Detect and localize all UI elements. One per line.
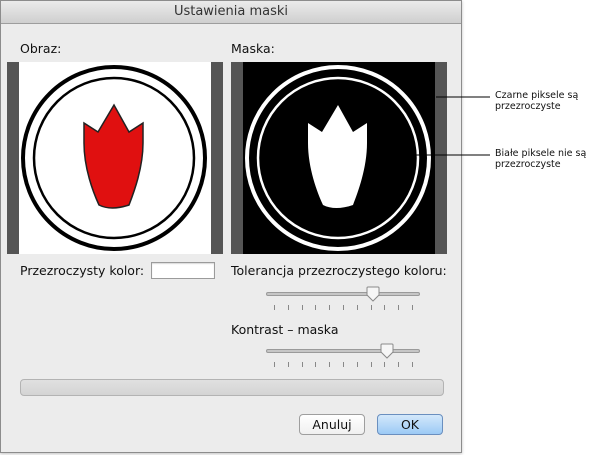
contrast-slider-ticks: [266, 362, 420, 368]
slider-tick: [288, 305, 289, 310]
slider-tick: [398, 305, 399, 310]
contrast-slider-track[interactable]: [266, 349, 420, 353]
slider-tick: [315, 362, 316, 367]
image-preview: [7, 62, 223, 254]
contrast-slider-knob[interactable]: [379, 343, 395, 359]
slider-tick: [343, 362, 344, 367]
slider-tick: [315, 305, 316, 310]
contrast-label: Kontrast – maska: [231, 322, 339, 337]
ok-button[interactable]: OK: [377, 414, 443, 435]
annotation-white-line2: przezroczyste: [495, 159, 561, 170]
mask-frame-right: [435, 62, 447, 254]
mask-label: Maska:: [231, 41, 275, 56]
mask-settings-dialog: Ustawienia maski Obraz: Maska: Przezrocz…: [0, 0, 462, 453]
slider-tick: [371, 362, 372, 367]
slider-tick: [343, 305, 344, 310]
slider-tick: [371, 305, 372, 310]
transparent-color-field[interactable]: [151, 262, 215, 279]
preview-frame-left: [7, 62, 19, 254]
slider-tick: [302, 305, 303, 310]
preview-frame-right: [211, 62, 223, 254]
annotation-black-line2: przezroczyste: [495, 101, 561, 112]
slider-tick: [357, 305, 358, 310]
annotation-black-line1: Czarne piksele są: [495, 90, 579, 101]
tolerance-slider-track[interactable]: [266, 292, 420, 296]
tolerance-label: Tolerancja przezroczystego koloru:: [231, 263, 447, 278]
annotation-black-pixels: Czarne piksele są przezroczyste: [495, 90, 578, 112]
mask-preview: [231, 62, 447, 254]
slider-tick: [357, 362, 358, 367]
slider-tick: [302, 362, 303, 367]
slider-tick: [329, 362, 330, 367]
annotation-white-line1: Białe piksele nie są: [495, 148, 587, 159]
contrast-slider[interactable]: [266, 343, 420, 367]
slider-tick: [288, 362, 289, 367]
slider-tick: [398, 362, 399, 367]
slider-tick: [329, 305, 330, 310]
annotation-white-pixels: Białe piksele nie są przezroczyste: [495, 148, 586, 170]
window-title: Ustawienia maski: [1, 1, 461, 24]
transparent-color-label: Przezroczysty kolor:: [20, 263, 145, 278]
mask-frame-left: [231, 62, 243, 254]
cancel-button[interactable]: Anuluj: [299, 414, 365, 435]
slider-tick: [384, 362, 385, 367]
tolerance-slider-knob[interactable]: [365, 286, 381, 302]
slider-tick: [412, 305, 413, 310]
slider-tick: [384, 305, 385, 310]
image-label: Obraz:: [20, 41, 62, 56]
slider-tick: [274, 305, 275, 310]
slider-tick: [274, 362, 275, 367]
progress-bar: [20, 379, 444, 396]
tolerance-slider-ticks: [266, 305, 420, 311]
tolerance-slider[interactable]: [266, 286, 420, 310]
slider-tick: [412, 362, 413, 367]
